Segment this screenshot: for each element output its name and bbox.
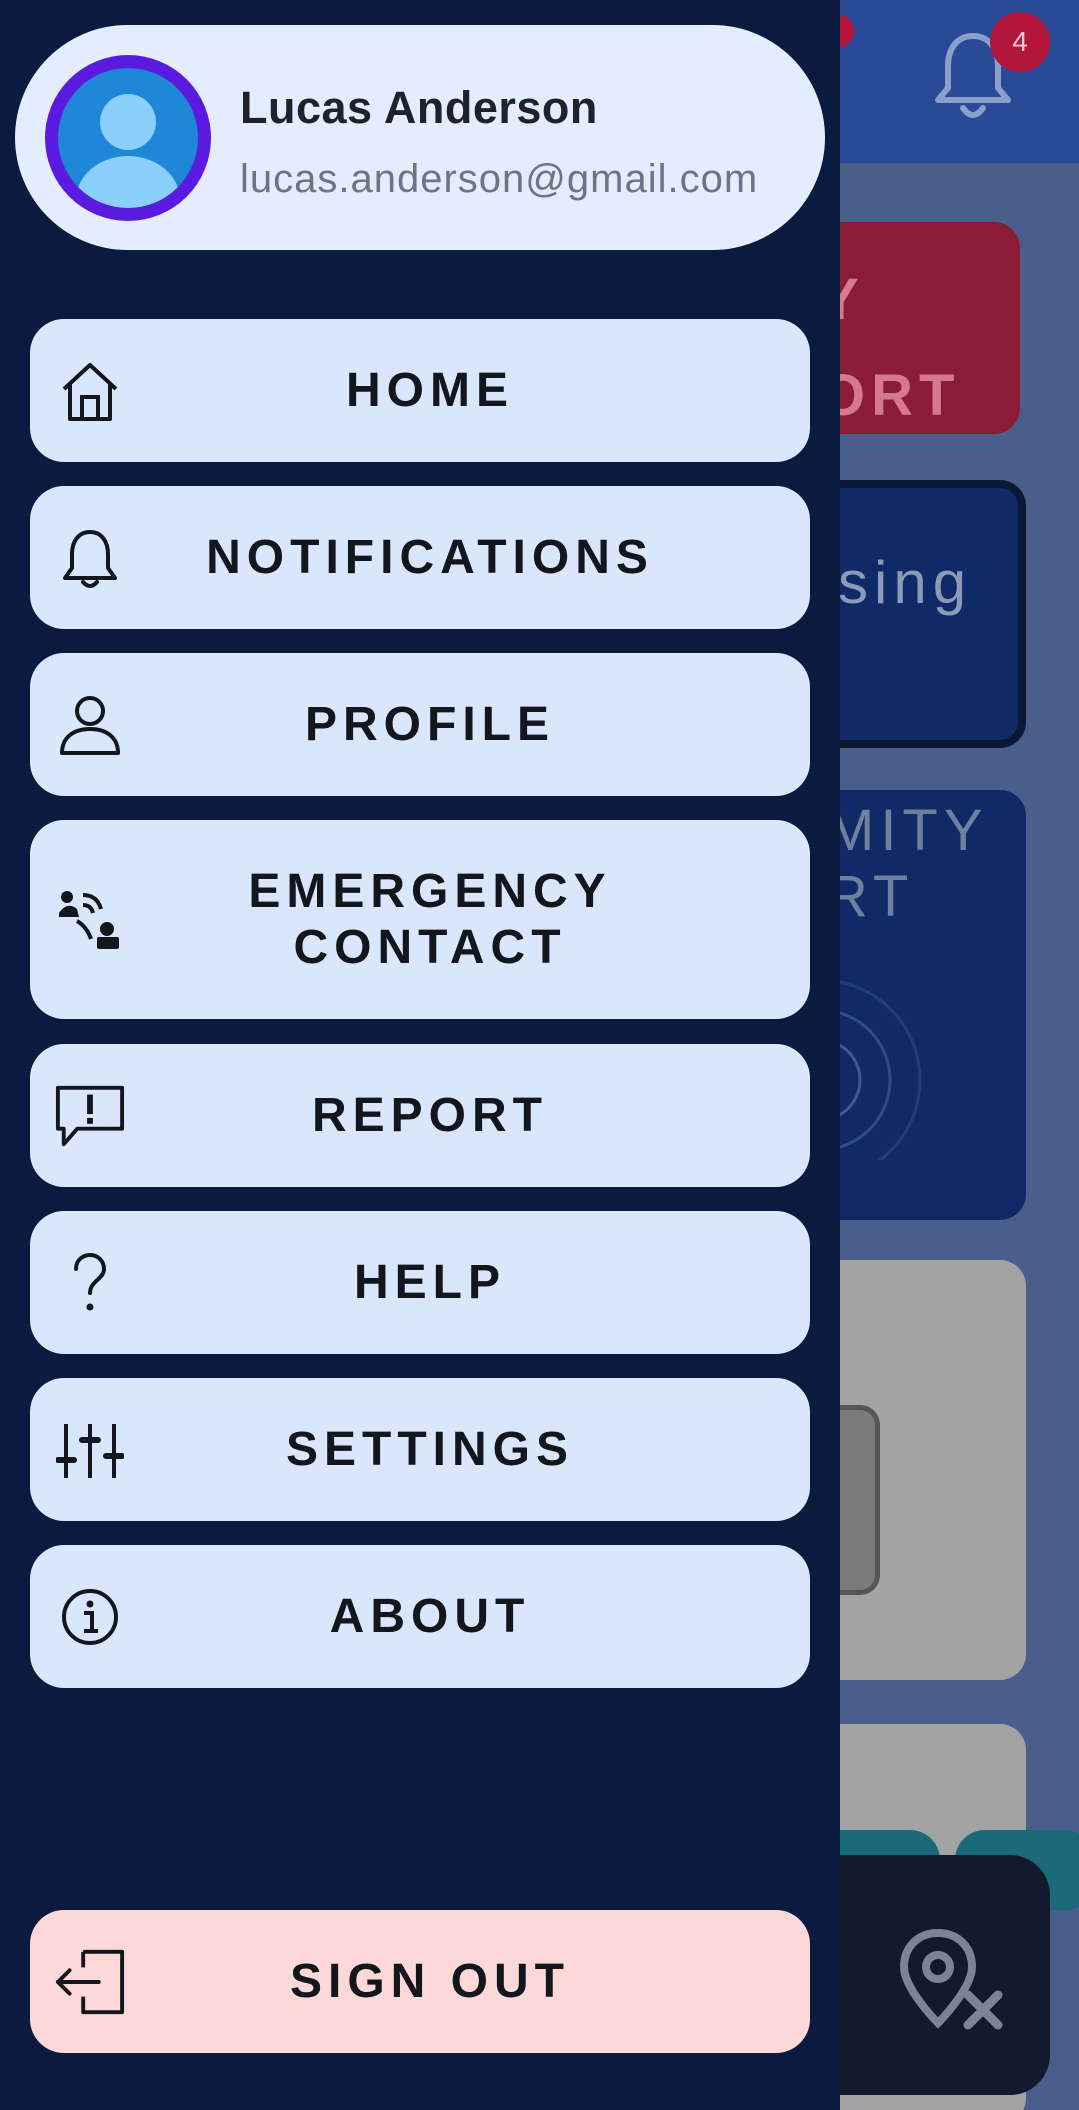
question-icon: [54, 1247, 126, 1319]
menu-item-settings[interactable]: SETTINGS: [30, 1378, 810, 1521]
sign-out-button[interactable]: SIGN OUT: [30, 1910, 810, 2053]
menu-item-help[interactable]: HELP: [30, 1211, 810, 1354]
menu-item-emergency-contact[interactable]: EMERGENCY CONTACT: [30, 820, 810, 1019]
person-icon: [54, 689, 126, 761]
card-text: RT: [826, 864, 915, 929]
card-text: sing: [838, 549, 973, 616]
card-text: Y: [820, 267, 865, 332]
menu-item-notifications[interactable]: NOTIFICATIONS: [30, 486, 810, 629]
location-off-icon: [899, 1928, 1003, 2030]
person-icon: [58, 68, 198, 208]
sign-out-icon: [54, 1946, 126, 2018]
avatar[interactable]: [45, 55, 211, 221]
user-email: lucas.anderson@gmail.com: [240, 157, 759, 201]
report-icon: [54, 1080, 126, 1152]
card-text: MITY: [826, 798, 989, 863]
menu-label: ABOUT: [329, 1589, 531, 1643]
menu-label: EMERGENCY CONTACT: [228, 864, 611, 976]
user-profile-card[interactable]: Lucas Anderson lucas.anderson@gmail.com: [15, 25, 825, 250]
menu-label: HOME: [346, 363, 514, 417]
home-icon: [54, 355, 126, 427]
sign-out-label: SIGN OUT: [289, 1954, 570, 2008]
menu-label: REPORT: [311, 1088, 548, 1142]
menu-item-report[interactable]: REPORT: [30, 1044, 810, 1187]
user-name: Lucas Anderson: [240, 82, 598, 133]
navigation-drawer: Lucas Anderson lucas.anderson@gmail.com …: [0, 0, 840, 2110]
bell-icon: [54, 522, 126, 594]
menu-item-about[interactable]: ABOUT: [30, 1545, 810, 1688]
menu-item-home[interactable]: HOME: [30, 319, 810, 462]
menu-label: PROFILE: [304, 697, 555, 751]
card-text: ORT: [820, 363, 961, 428]
menu-label-line: CONTACT: [293, 920, 567, 974]
emergency-contact-icon: [54, 884, 126, 956]
menu-label: HELP: [353, 1255, 506, 1309]
notification-badge: 4: [990, 12, 1050, 72]
info-icon: [54, 1581, 126, 1653]
sliders-icon: [54, 1414, 126, 1486]
menu-label: SETTINGS: [285, 1422, 575, 1476]
menu-item-profile[interactable]: PROFILE: [30, 653, 810, 796]
menu-label-line: EMERGENCY: [248, 864, 612, 918]
menu-label: NOTIFICATIONS: [206, 530, 654, 584]
